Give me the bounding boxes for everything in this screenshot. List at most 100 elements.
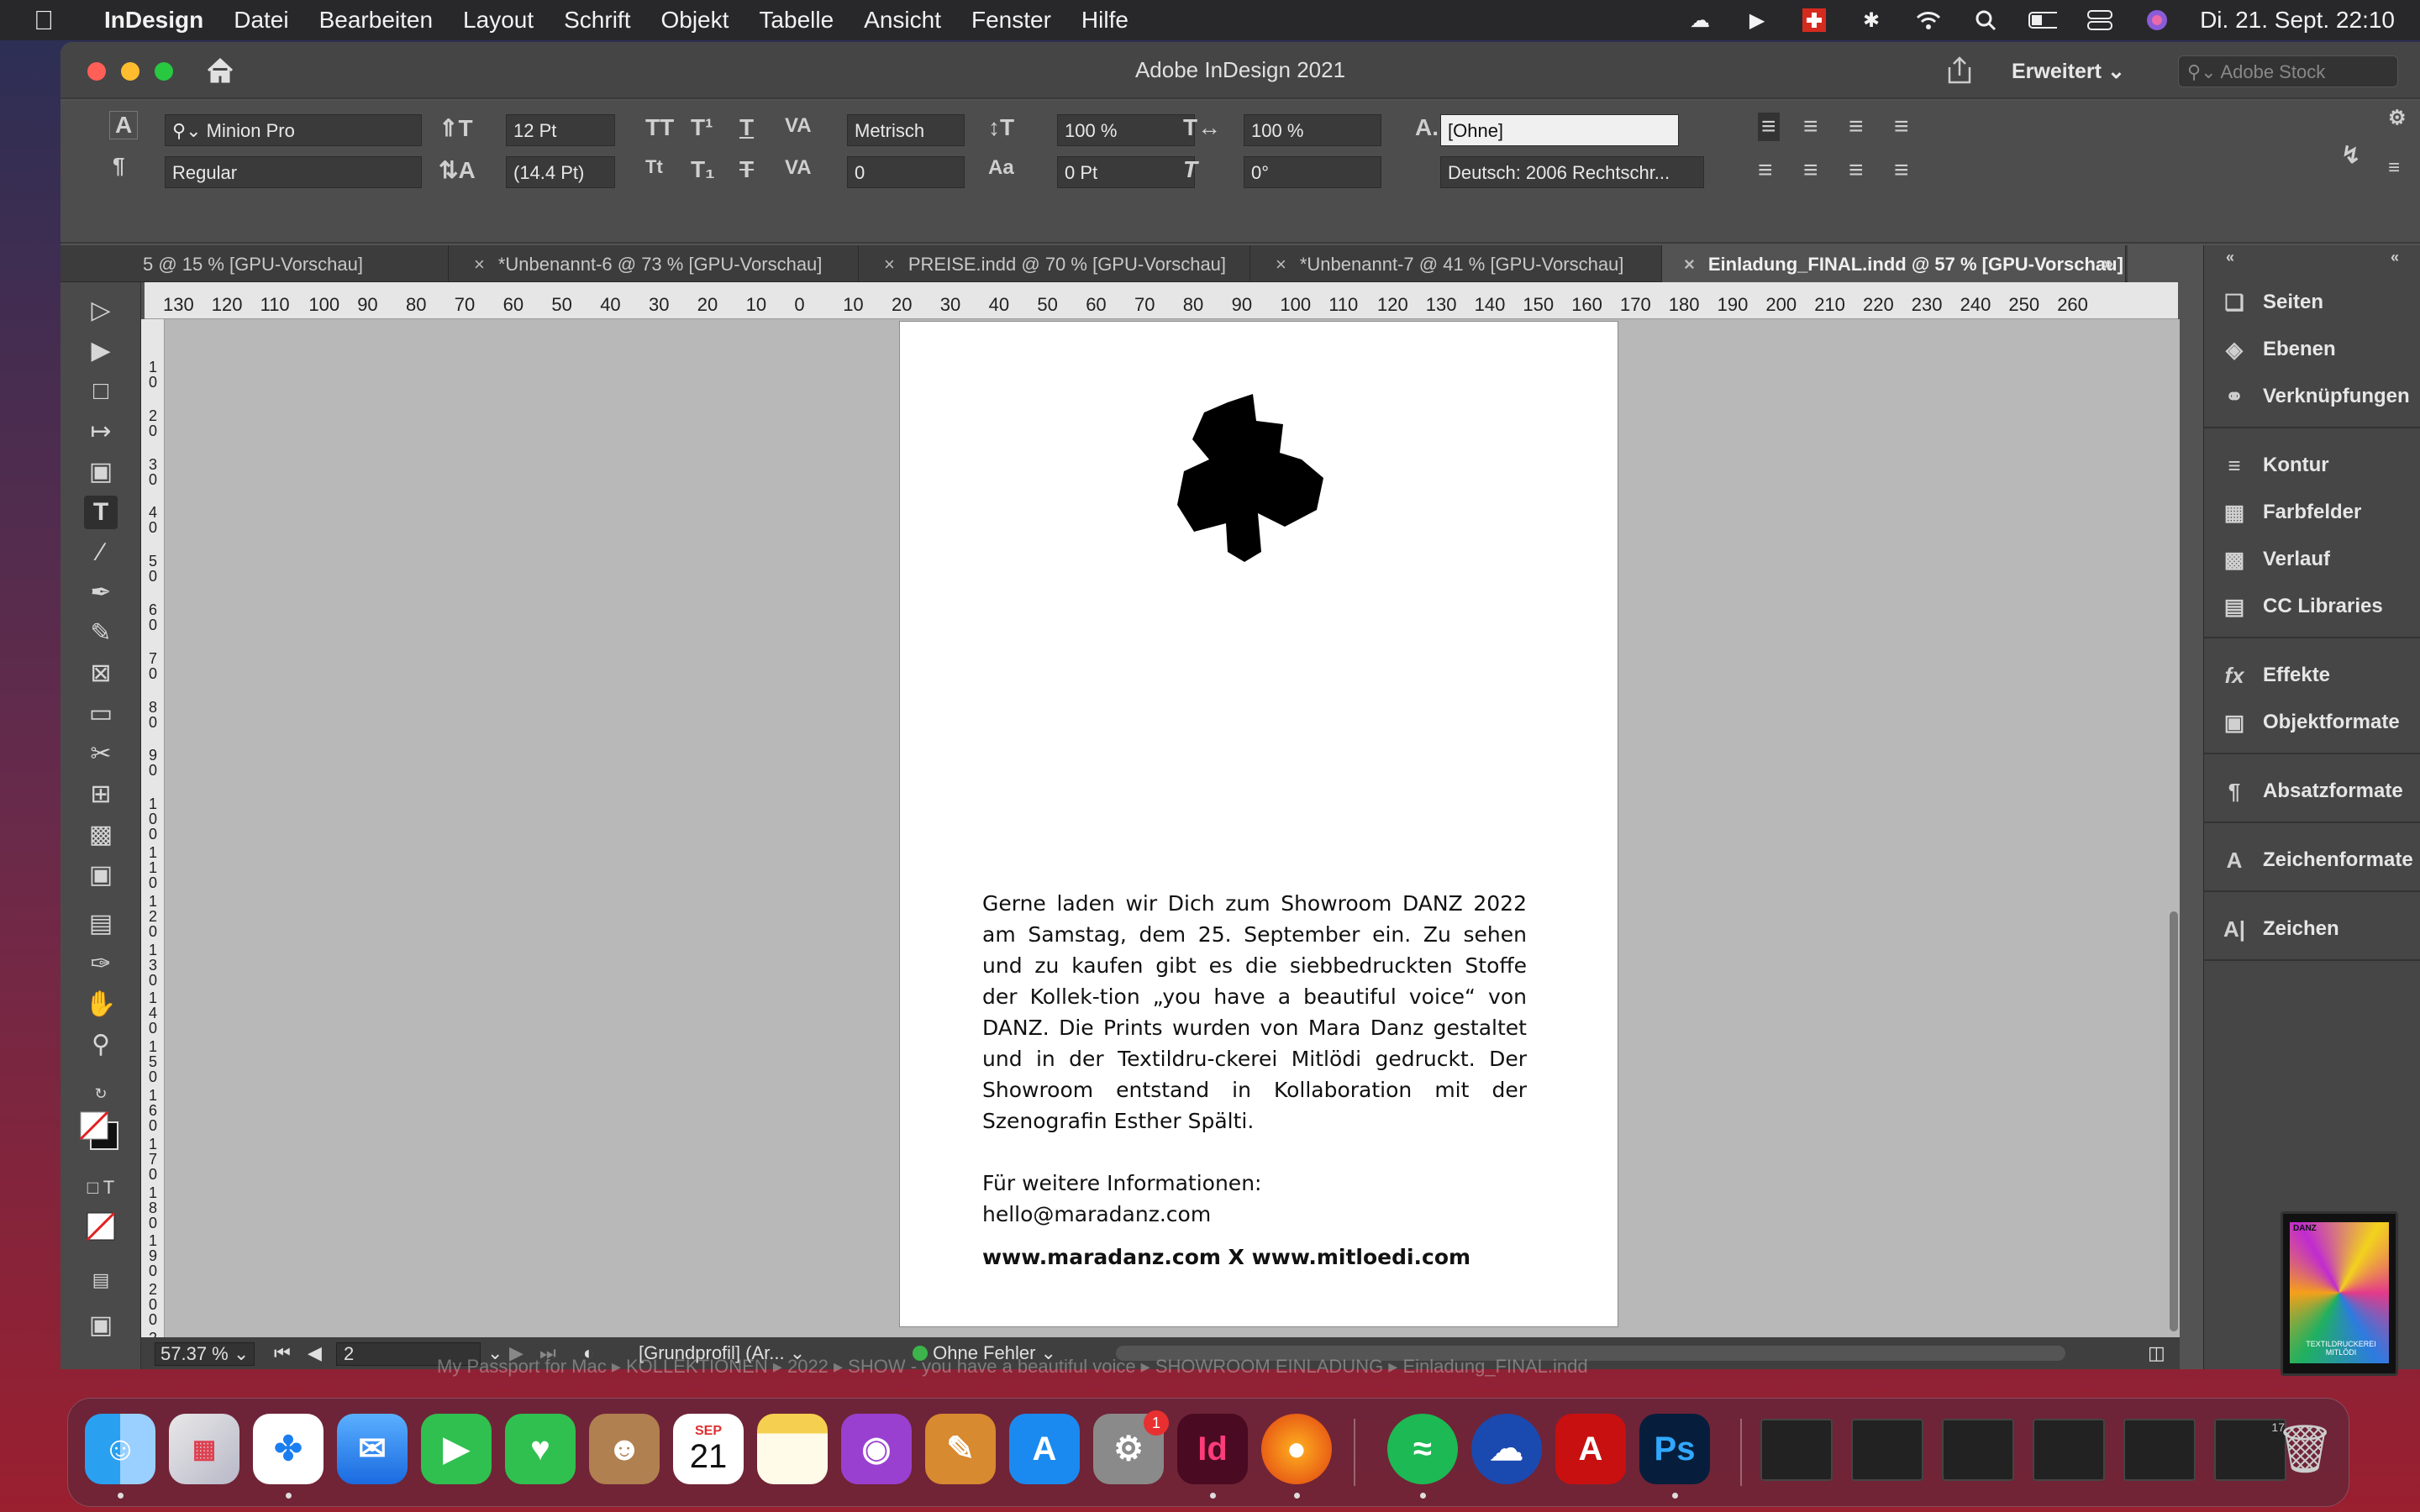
panel-zeichen[interactable]: A| Zeichen (2219, 912, 2339, 946)
font-size-field[interactable]: 12 Pt (506, 114, 615, 146)
gap-tool-icon[interactable]: ↦ (84, 415, 118, 449)
small-caps-icon[interactable]: Tt (645, 156, 663, 178)
menu-datei[interactable]: Datei (234, 7, 288, 34)
tracking-field[interactable]: 0 (847, 156, 965, 188)
panel-seiten[interactable]: ❏ Seiten (2219, 286, 2323, 319)
share-icon[interactable] (1943, 54, 1976, 87)
notes-icon[interactable] (757, 1414, 828, 1484)
mail-icon[interactable]: ✉ (337, 1414, 408, 1484)
panel-effekte[interactable]: fx Effekte (2219, 659, 2330, 692)
pencil-tool-icon[interactable]: ✎ (84, 617, 118, 650)
horizontal-scale-field[interactable]: 100 % (1244, 114, 1381, 146)
horizontal-ruler[interactable]: 130 120 110 100 90 80 70 60 50 40 30 20 10 0 10 20 30 40 5… (145, 282, 2178, 319)
contacts-icon[interactable]: ☻ (589, 1414, 660, 1484)
zoom-tool-icon[interactable]: ⚲ (84, 1028, 118, 1062)
menu-ansicht[interactable]: Ansicht (864, 7, 941, 34)
control-center-icon[interactable] (2086, 8, 2114, 33)
first-page-icon[interactable]: ⏮ (274, 1342, 291, 1364)
panel-objektformate[interactable]: ▣ Objektformate (2219, 706, 2400, 739)
kerning-field[interactable]: Metrisch (847, 114, 965, 146)
spotlight-search-icon[interactable] (1971, 8, 2000, 33)
siri-icon[interactable] (2143, 8, 2171, 33)
split-layout-icon[interactable]: ◫ (2148, 1342, 2165, 1364)
pasteboard[interactable]: Gerne laden wir Dich zum Showroom DANZ 2… (165, 319, 2180, 1369)
panel-menu-icon[interactable]: ≡ (2388, 156, 2400, 180)
close-icon[interactable]: × (1684, 254, 1695, 275)
justify-left-icon[interactable]: ≡ (1758, 156, 1773, 185)
wifi-icon[interactable] (1914, 8, 1943, 33)
podcasts-icon[interactable]: ◉ (841, 1414, 912, 1484)
apply-none-icon[interactable] (84, 1211, 118, 1245)
skew-field[interactable]: 0° (1244, 156, 1381, 188)
panel-verknuepfungen[interactable]: ⚭ Verknüpfungen (2219, 380, 2410, 413)
workspace-switcher[interactable]: Erweitert ⌄ (2012, 59, 2125, 84)
font-family-select[interactable]: ⚲⌄ Minion Pro (165, 114, 422, 146)
document-page[interactable]: Gerne laden wir Dich zum Showroom DANZ 2… (899, 321, 1618, 1327)
minimized-window-5[interactable] (2123, 1419, 2196, 1481)
menu-objekt[interactable]: Objekt (660, 7, 729, 34)
direct-selection-tool-icon[interactable]: ▶ (84, 334, 118, 368)
tab-unbenannt-7[interactable]: × *Unbenannt-7 @ 41 % [GPU-Vorschau] (1250, 245, 1662, 282)
menu-bearbeiten[interactable]: Bearbeiten (319, 7, 433, 34)
adobe-stock-search[interactable]: ⚲⌄ Adobe Stock (2178, 55, 2398, 87)
align-center-icon[interactable]: ≡ (1803, 113, 1818, 141)
acrobat-icon[interactable]: A (1555, 1414, 1626, 1484)
scissors-tool-icon[interactable]: ✂ (84, 738, 118, 771)
apple-icon[interactable]:  (34, 5, 67, 36)
preview-icon[interactable]: ✎ (925, 1414, 996, 1484)
all-caps-icon[interactable]: TT (645, 114, 674, 141)
messages-icon[interactable]: ♥ (505, 1414, 576, 1484)
vertical-scrollbar[interactable] (2168, 323, 2180, 1331)
creative-cloud-icon[interactable]: ☁ (1686, 8, 1714, 33)
battery-icon[interactable] (2028, 8, 2058, 33)
language-select[interactable]: Deutsch: 2006 Rechtschr... (1440, 156, 1704, 188)
finder-icon[interactable]: ☺ (85, 1414, 155, 1484)
vertical-scale-field[interactable]: 100 % (1057, 114, 1195, 146)
close-icon[interactable]: × (1276, 254, 1286, 275)
character-style-select[interactable]: [Ohne] (1440, 114, 1679, 146)
screenshot-thumbnail[interactable]: DANZ TEXTILDRUCKEREI MITLÖDI (2281, 1211, 2398, 1376)
panel-farbfelder[interactable]: ▦ Farbfelder (2219, 496, 2362, 529)
previous-page-icon[interactable]: ◀ (308, 1342, 322, 1364)
hand-tool-icon[interactable]: ✋ (84, 988, 118, 1021)
superscript-icon[interactable]: T¹ (691, 114, 713, 141)
fill-stroke-swatch-icon[interactable] (79, 1110, 121, 1152)
justify-all-icon[interactable]: ≡ (1849, 156, 1864, 185)
character-mode-icon[interactable]: A (109, 111, 139, 139)
minimized-window-1[interactable] (1760, 1419, 1833, 1481)
tab-einladung-final[interactable]: × Einladung_FINAL.indd @ 57 % [GPU-Vorsch… (1662, 245, 2126, 282)
cyberduck-icon[interactable]: ☁ (1471, 1414, 1542, 1484)
line-tool-icon[interactable]: ∕ (84, 536, 118, 570)
app-store-icon[interactable]: A (1009, 1414, 1080, 1484)
vertical-ruler[interactable]: 1 0 2 0 3 0 4 0 5 0 6 0 7 0 8 0 9 0 1 0 01 1 01 2… (141, 319, 165, 1369)
pen-tool-icon[interactable]: ✒ (84, 576, 118, 610)
panel-verlauf[interactable]: ▩ Verlauf (2219, 543, 2330, 576)
spotify-icon[interactable]: ≈ (1387, 1414, 1458, 1484)
align-left-icon[interactable]: ≡ (1758, 113, 1780, 141)
indesign-icon[interactable]: Id (1177, 1414, 1248, 1484)
content-collector-icon[interactable]: ▣ (84, 455, 118, 489)
menu-tabelle[interactable]: Tabelle (759, 7, 834, 34)
underline-icon[interactable]: T (739, 114, 754, 141)
close-icon[interactable]: × (474, 254, 485, 275)
tab-preise[interactable]: × PREISE.indd @ 70 % [GPU-Vorschau] (859, 245, 1250, 282)
trash-icon[interactable]: 🗑 (2270, 1414, 2340, 1484)
tabs-overflow-icon[interactable]: » (2102, 252, 2113, 276)
swap-fill-stroke-icon[interactable]: ↻ (84, 1077, 118, 1110)
leading-field[interactable]: (14.4 Pt) (506, 156, 615, 188)
firefox-icon[interactable]: ● (1261, 1414, 1332, 1484)
rectangle-frame-tool-icon[interactable]: ⊠ (84, 657, 118, 690)
selection-tool-icon[interactable]: ▷ (84, 294, 118, 328)
launchpad-icon[interactable]: ▦ (169, 1414, 239, 1484)
panel-zeichenformate[interactable]: A Zeichenformate (2219, 843, 2413, 877)
paragraph-mode-icon[interactable]: ¶ (113, 153, 124, 179)
calendar-icon[interactable]: SEP 21 (673, 1414, 744, 1484)
view-mode-icon[interactable]: ▤ (84, 1263, 118, 1297)
panels-collapse-icon[interactable]: « (2391, 249, 2399, 266)
bluetooth-icon[interactable]: ✱ (1857, 8, 1886, 33)
minimized-window-4[interactable] (2033, 1419, 2105, 1481)
gradient-feather-tool-icon[interactable]: ▣ (84, 858, 118, 892)
eyedropper-tool-icon[interactable]: ✑ (84, 948, 118, 981)
screen-mode-icon[interactable]: ▣ (84, 1309, 118, 1342)
tab-document-1[interactable]: 5 @ 15 % [GPU-Vorschau] (141, 245, 449, 282)
